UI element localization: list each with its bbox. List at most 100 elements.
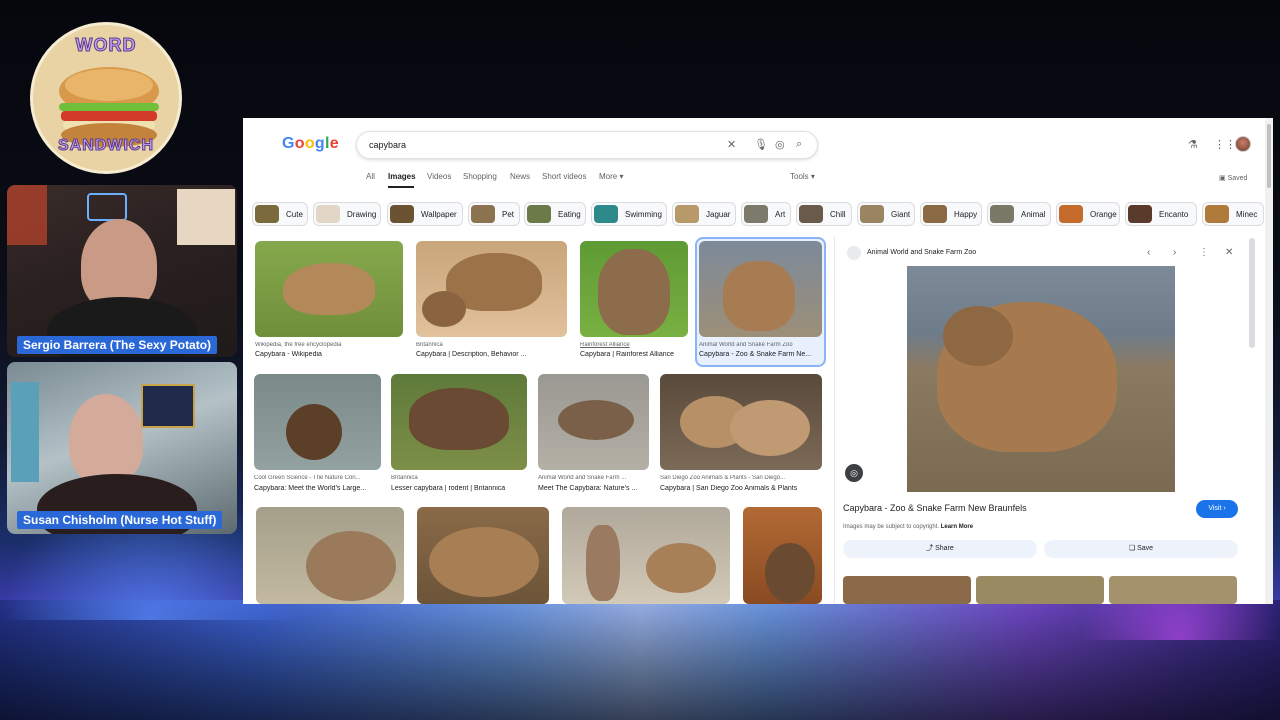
chip-label: Minec	[1236, 210, 1258, 219]
logo-letter: o	[294, 135, 305, 152]
chip-cute[interactable]: Cute	[252, 202, 308, 226]
account-avatar[interactable]	[1235, 136, 1251, 152]
result-image[interactable]	[391, 374, 527, 470]
share-icon: ⤴	[926, 545, 934, 552]
result-image[interactable]	[256, 507, 404, 604]
chip-animal[interactable]: Animal	[987, 202, 1051, 226]
next-arrow-icon[interactable]: ›	[1173, 247, 1176, 258]
chip-pet[interactable]: Pet	[468, 202, 520, 226]
save-button[interactable]: ❏ Save	[1044, 540, 1238, 558]
webcam-sergio: Sergio Barrera (The Sexy Potato)	[7, 185, 237, 357]
result-source: Britannica	[416, 342, 443, 348]
cam-name-label: Susan Chisholm (Nurse Hot Stuff)	[17, 511, 223, 529]
result-image[interactable]	[254, 374, 381, 470]
visit-button[interactable]: Visit ›	[1196, 500, 1238, 518]
related-image[interactable]	[976, 576, 1104, 604]
lens-icon[interactable]: ◎	[775, 138, 785, 151]
logo-letter: o	[304, 135, 315, 152]
filter-chips: Cute Drawing Wallpaper Pet Eating Swimmi…	[252, 202, 1264, 226]
close-icon[interactable]: ✕	[1225, 247, 1233, 258]
search-icon[interactable]: ⌕	[796, 138, 802, 151]
result-title[interactable]: Capybara | Rainforest Alliance	[580, 351, 690, 358]
chip-thumbnail	[990, 205, 1014, 223]
chip-art[interactable]: Art	[741, 202, 791, 226]
person-shape	[586, 525, 620, 601]
chip-thumbnail	[390, 205, 414, 223]
result-image[interactable]	[743, 507, 822, 604]
result-title[interactable]: Capybara - Zoo & Snake Farm Ne...	[699, 351, 822, 358]
tools-button[interactable]: Tools ▾	[790, 172, 815, 181]
labs-icon[interactable]: ⚗	[1188, 138, 1198, 151]
tab-shopping[interactable]: Shopping	[463, 172, 497, 181]
tab-videos[interactable]: Videos	[427, 172, 451, 181]
chip-label: Drawing	[347, 210, 377, 219]
result-source: Animal World and Snake Farm ...	[538, 475, 627, 481]
capybara-shape	[306, 531, 396, 601]
result-image[interactable]	[562, 507, 730, 604]
related-image[interactable]	[1109, 576, 1237, 604]
result-title[interactable]: Capybara | San Diego Zoo Animals & Plant…	[660, 485, 822, 492]
clear-icon[interactable]: ✕	[727, 138, 736, 151]
saved-link[interactable]: ▣ Saved	[1219, 174, 1247, 182]
search-input[interactable]: capybara	[369, 140, 406, 150]
result-image[interactable]	[580, 241, 688, 337]
panel-title[interactable]: Capybara - Zoo & Snake Farm New Braunfel…	[843, 503, 1027, 513]
scrollbar-thumb[interactable]	[1267, 124, 1271, 188]
chip-thumbnail	[923, 205, 947, 223]
chip-chill[interactable]: Chill	[796, 202, 852, 226]
preview-image[interactable]	[907, 266, 1175, 492]
panel-source[interactable]: Animal World and Snake Farm Zoo	[867, 249, 976, 256]
result-source: Rainforest Alliance	[580, 342, 630, 348]
related-image[interactable]	[843, 576, 971, 604]
tab-images[interactable]: Images	[388, 172, 416, 181]
panel-scrollbar[interactable]	[1249, 238, 1255, 348]
visual-search-icon[interactable]: ◎	[845, 464, 863, 482]
chip-label: Giant	[891, 210, 911, 219]
result-image[interactable]	[416, 241, 567, 337]
chip-label: Happy	[954, 210, 978, 219]
result-title[interactable]: Capybara - Wikipedia	[255, 351, 403, 358]
tab-news[interactable]: News	[510, 172, 530, 181]
learn-more-link[interactable]: Learn More	[941, 524, 973, 530]
cam-name-label: Sergio Barrera (The Sexy Potato)	[17, 336, 218, 354]
more-options-icon[interactable]: ⋮	[1199, 247, 1209, 258]
result-image[interactable]	[255, 241, 403, 337]
logo-letter: e	[329, 135, 339, 152]
result-title[interactable]: Lesser capybara | rodent | Britannica	[391, 485, 527, 492]
result-title[interactable]: Meet The Capybara: Nature's ...	[538, 485, 649, 492]
chip-encanto[interactable]: Encanto	[1125, 202, 1197, 226]
result-image[interactable]	[660, 374, 822, 470]
result-title[interactable]: Capybara: Meet the World's Large...	[254, 485, 381, 492]
chip-happy[interactable]: Happy	[920, 202, 982, 226]
apps-grid-icon[interactable]: ⋮⋮	[1214, 138, 1236, 151]
chip-label: Chill	[830, 210, 846, 219]
tab-short-videos[interactable]: Short videos	[542, 172, 586, 181]
chip-swimming[interactable]: Swimming	[591, 202, 667, 226]
chip-wallpaper[interactable]: Wallpaper	[387, 202, 463, 226]
result-image[interactable]	[699, 241, 822, 337]
google-logo[interactable]: Google	[282, 135, 339, 153]
chip-drawing[interactable]: Drawing	[313, 202, 381, 226]
wall-sign	[141, 384, 195, 428]
chip-minecraft[interactable]: Minec	[1202, 202, 1264, 226]
share-button[interactable]: ⤴ Share	[843, 540, 1037, 558]
prev-arrow-icon[interactable]: ‹	[1147, 247, 1150, 258]
chip-thumbnail	[860, 205, 884, 223]
mic-icon[interactable]: 🎙	[754, 138, 768, 151]
result-image[interactable]	[538, 374, 649, 470]
capybara-shape	[765, 543, 815, 603]
chip-thumbnail	[744, 205, 768, 223]
capybara-head	[943, 306, 1013, 366]
chip-giant[interactable]: Giant	[857, 202, 915, 226]
chip-label: Encanto	[1159, 210, 1189, 219]
tab-more[interactable]: More ▾	[599, 172, 623, 181]
result-image[interactable]	[417, 507, 549, 604]
chip-jaguar[interactable]: Jaguar	[672, 202, 736, 226]
page-scrollbar[interactable]	[1265, 118, 1273, 604]
chip-thumbnail	[1205, 205, 1229, 223]
chip-orange[interactable]: Orange	[1056, 202, 1120, 226]
chip-eating[interactable]: Eating	[524, 202, 586, 226]
search-box[interactable]: capybara ✕ 🎙 ◎ ⌕	[356, 131, 818, 159]
tab-all[interactable]: All	[366, 172, 375, 181]
result-title[interactable]: Capybara | Description, Behavior ...	[416, 351, 567, 358]
